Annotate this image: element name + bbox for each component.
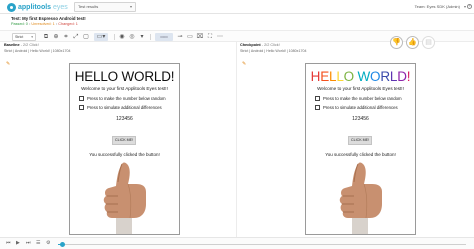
test-results-dropdown[interactable]: Test results ▾ <box>74 2 136 12</box>
simulate-differences-checkbox-row: Press to simulate additional differences <box>79 105 162 110</box>
test-title: Test: My first Espresso Android test! <box>11 16 86 21</box>
chevron-down-icon[interactable]: ▾ <box>138 33 146 41</box>
hello-letter: L <box>336 69 344 84</box>
step-progress-handle[interactable] <box>59 242 65 247</box>
baseline-screenshot[interactable]: HELLO WORLD! Welcome to your first Appli… <box>69 63 180 235</box>
top-bar: applitools eyes Test results ▾ Team: Eye… <box>0 0 474 14</box>
layers-icon[interactable]: ⧉ <box>42 33 50 41</box>
welcome-text: Welcome to your first Applitools Eyes te… <box>81 86 168 91</box>
pin-icon[interactable]: ⊸ <box>176 33 184 41</box>
random-number-checkbox <box>315 96 320 101</box>
random-number-checkbox <box>79 96 84 101</box>
rectangle-region-icon[interactable]: ▭ <box>186 33 194 41</box>
hello-world-heading: HELLO WORLD! <box>74 69 175 84</box>
hello-letter: O <box>343 69 355 84</box>
more-options-icon[interactable]: ⋯ <box>216 33 224 41</box>
checkpoint-step: - 2/2 Click! <box>261 43 280 47</box>
baseline-header: Baseline - 2/2 Click! <box>4 43 39 47</box>
zoom-in-icon[interactable]: ⊕ <box>52 33 60 41</box>
chevron-down-icon[interactable]: ▾ <box>464 4 466 9</box>
hello-world-heading-rainbow: HELLO WORLD! <box>306 69 415 84</box>
settings-icon[interactable]: ⚙ <box>46 240 50 246</box>
save-baseline-button[interactable]: ▤ <box>422 36 435 49</box>
success-message: You successfully clicked the button! <box>89 152 160 157</box>
layout-icon[interactable]: ⌧ <box>196 33 204 41</box>
baseline-label: Baseline <box>4 43 20 47</box>
pencil-icon[interactable]: ✎ <box>6 61 10 67</box>
hello-letter: ! <box>406 69 411 84</box>
target-icon[interactable]: ◎ <box>128 33 136 41</box>
test-status-summary: Passed: 0 • Unresolved: 1 • Changed: 1 <box>11 22 78 26</box>
play-icon[interactable]: ▶ <box>16 240 20 246</box>
thumbs-up-image <box>103 162 146 234</box>
click-me-button: CLICK ME! <box>348 136 372 145</box>
expand-icon[interactable]: ⛶ <box>206 33 214 41</box>
simulate-differences-checkbox-row: Press to simulate additional differences <box>315 105 398 110</box>
fit-icon[interactable]: ⤢ <box>72 33 80 41</box>
team-user-label[interactable]: Team: Eyes SDK (Admin) <box>415 4 460 9</box>
thumbs-down-button[interactable]: 👎 <box>390 36 403 49</box>
logo-suffix: eyes <box>53 3 68 11</box>
simulate-differences-checkbox <box>315 105 320 110</box>
view-toggle-button[interactable]: ▭▾ <box>94 33 108 41</box>
success-message: You successfully clicked the button! <box>325 152 396 157</box>
pencil-icon[interactable]: ✎ <box>242 61 246 67</box>
region-icon[interactable]: ▢ <box>82 33 90 41</box>
random-number-checkbox-row: Press to make the number below random <box>315 96 402 101</box>
crop-icon[interactable]: ⌗ <box>62 33 70 41</box>
baseline-meta: Strict | Android | Hello World! | 1080x1… <box>4 49 71 53</box>
hello-letter: E <box>320 69 329 84</box>
step-navigation-bar: ⏮ ▶ ⏭ ☰ ⚙ <box>0 237 474 249</box>
logo-brand: applitools <box>18 3 52 11</box>
test-results-label: Test results <box>78 4 99 9</box>
number-display: 123456 <box>116 116 133 122</box>
list-icon[interactable]: ☰ <box>36 240 40 246</box>
side-by-side-view-button[interactable]: ▭▭ <box>155 33 173 41</box>
welcome-text: Welcome to your first Applitools Eyes te… <box>317 86 404 91</box>
match-level-select[interactable]: Strict ▾ <box>12 33 36 41</box>
panel-divider <box>236 42 237 237</box>
next-step-icon[interactable]: ⏭ <box>26 240 31 246</box>
changed-count[interactable]: Changed: 1 <box>58 22 78 26</box>
checkpoint-header: Checkpoint - 2/2 Click! <box>240 43 280 47</box>
radio-icon[interactable]: ◉ <box>118 33 126 41</box>
step-toolbar: Strict ▾ ⧉ ⊕ ⌗ ⤢ ▢ ▭▾ ◉ ◎ ▾ ▭▭ ⊸ ▭ ⌧ ⛶ ⋯ <box>0 30 474 42</box>
random-number-checkbox-label: Press to make the number below random <box>323 96 402 101</box>
hello-letter: H <box>310 69 321 84</box>
hello-letter: W <box>357 69 371 84</box>
applitools-logo[interactable]: applitools eyes <box>7 2 68 12</box>
applitools-logo-icon <box>7 2 16 12</box>
checkpoint-meta: Strict | Android | Hello World! | 1080x1… <box>240 49 307 53</box>
passed-count[interactable]: Passed: 0 <box>11 22 28 26</box>
simulate-differences-checkbox-label: Press to simulate additional differences <box>323 105 398 110</box>
hello-letter: R <box>380 69 390 84</box>
chevron-down-icon: ▾ <box>31 35 33 39</box>
thumbs-up-image <box>339 162 382 234</box>
help-icon[interactable]: ? <box>467 4 472 9</box>
step-progress-track[interactable] <box>58 244 466 245</box>
previous-step-icon[interactable]: ⏮ <box>6 240 11 246</box>
checkpoint-label: Checkpoint <box>240 43 261 47</box>
thumbs-up-button[interactable]: 👍 <box>406 36 419 49</box>
checkpoint-screenshot[interactable]: HELLO WORLD! Welcome to your first Appli… <box>305 63 416 235</box>
click-me-button: CLICK ME! <box>112 136 136 145</box>
baseline-step: - 2/2 Click! <box>20 43 39 47</box>
match-level-value: Strict <box>15 35 24 39</box>
random-number-checkbox-row: Press to make the number below random <box>79 96 166 101</box>
hello-letter: D <box>397 69 407 84</box>
unresolved-count[interactable]: Unresolved: 1 <box>31 22 54 26</box>
simulate-differences-checkbox-label: Press to simulate additional differences <box>87 105 162 110</box>
chevron-down-icon: ▾ <box>129 4 132 9</box>
number-display: 123456 <box>352 116 369 122</box>
simulate-differences-checkbox <box>79 105 84 110</box>
hello-letter: O <box>370 69 381 84</box>
random-number-checkbox-label: Press to make the number below random <box>87 96 166 101</box>
